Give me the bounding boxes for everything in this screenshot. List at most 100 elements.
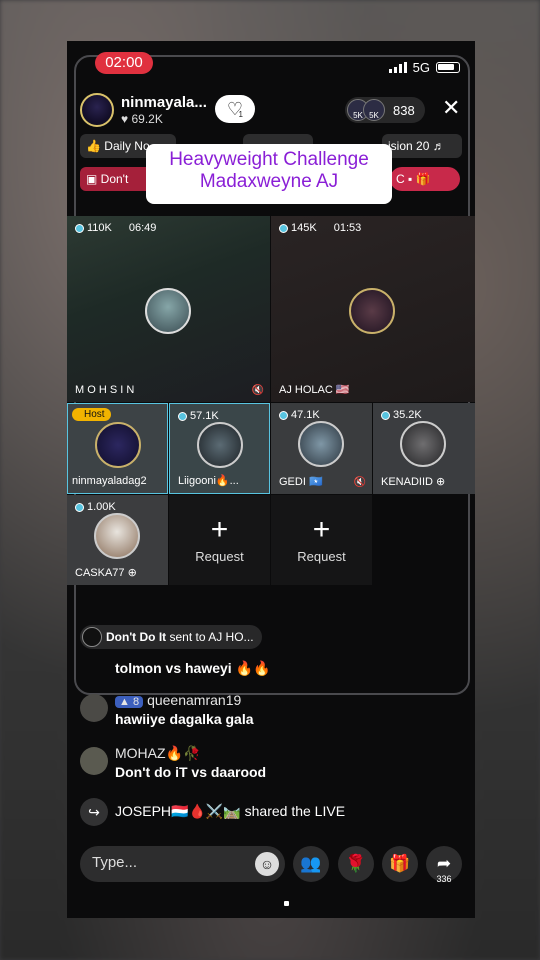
guest-name-text: CASKA77 — [75, 567, 125, 579]
bottom-bar: ☺ 👥 🌹 🎁 ➦336 — [80, 846, 464, 884]
viewer-badge: 57.1K — [178, 410, 219, 422]
mic-muted-icon: 🔇 — [251, 385, 264, 396]
session-chip[interactable]: ision 20 ♬ — [382, 134, 462, 158]
close-icon[interactable]: ✕ — [442, 95, 460, 121]
level-number: 8 — [132, 696, 140, 708]
mic-muted-icon: 🔇 — [353, 477, 366, 488]
gift-text: sent to AJ HO... — [166, 630, 254, 644]
viewer-count: 838 — [393, 102, 415, 118]
rose-icon: 🌹 — [345, 854, 367, 873]
viewer-count: 47.1K — [291, 409, 320, 421]
gift-notification: Don't Do It sent to AJ HO... — [80, 625, 262, 649]
comment-text: Don't do iT vs daarood — [115, 764, 267, 780]
guest-tile[interactable]: 145K 01:53 AJ HOLAC 🇺🇸 — [271, 216, 475, 402]
host-tile[interactable]: Host ninmayaladag2 — [67, 403, 168, 494]
viewer-list[interactable]: 5K 5K 838 — [345, 97, 425, 123]
daily-ranking-label: Daily No — [104, 139, 150, 153]
emoji-icon[interactable]: ☺ — [255, 852, 279, 876]
follow-heart-button[interactable]: ♡ 1 — [215, 95, 255, 123]
overlay-line1: Heavyweight Challenge — [169, 149, 369, 170]
guest-tile[interactable]: 35.2K KENADIID ⊕ — [373, 403, 475, 494]
plus-icon: + — [210, 513, 229, 546]
guest-name: AJ HOLAC 🇺🇸 — [279, 384, 350, 396]
host-tag: Host — [72, 408, 111, 421]
live-dot-icon — [178, 411, 187, 421]
guest-avatar — [197, 422, 243, 468]
session-label: ision 20 — [388, 139, 430, 153]
request-slot[interactable]: + Request — [271, 495, 372, 585]
commenter-username: queenamran19 — [147, 692, 242, 708]
guest-avatar — [145, 288, 191, 334]
host-name[interactable]: ninmayala... — [121, 94, 207, 111]
share-button[interactable]: ➦ 336 — [426, 846, 462, 884]
viewer-avatar: 5K — [363, 99, 385, 121]
guest-avatar — [94, 513, 140, 559]
live-dot-icon — [381, 410, 390, 420]
guest-tile[interactable]: 57.1K Liigooni🔥... — [169, 403, 270, 494]
viewer-badge: 47.1K — [279, 409, 320, 421]
comment-text: hawiiye dagalka gala — [115, 711, 254, 727]
commenter-avatar[interactable] — [80, 694, 108, 722]
battery-icon — [436, 62, 460, 73]
rose-button[interactable]: 🌹 — [338, 846, 374, 882]
commenter-name[interactable]: ▲ 8 queenamran19 — [115, 692, 241, 708]
gift-chip-label: C — [396, 172, 405, 186]
viewer-badge: 145K 01:53 — [279, 222, 361, 234]
home-indicator — [284, 901, 289, 906]
guest-avatar — [400, 421, 446, 467]
guest-tile[interactable]: 1.00K CASKA77 ⊕ — [67, 495, 168, 585]
share-count: 336 — [436, 874, 452, 884]
live-dot-icon — [75, 502, 84, 512]
add-icon[interactable]: ⊕ — [436, 476, 445, 488]
request-slot[interactable]: + Request — [169, 495, 270, 585]
status-indicators: 5G — [388, 60, 460, 75]
comment-input-box[interactable]: ☺ — [80, 846, 285, 882]
commenter-name[interactable]: MOHAZ🔥🥀 — [115, 745, 200, 762]
gift-icon: 🎁 — [389, 854, 411, 873]
live-dot-icon — [75, 223, 84, 233]
guest-name: Liigooni🔥... — [178, 475, 239, 487]
comment-input[interactable] — [92, 854, 242, 871]
guest-avatar — [298, 421, 344, 467]
host-likes: ♥ 69.2K — [121, 112, 163, 126]
gift-icon: 🎁 — [415, 172, 431, 186]
guest-tile[interactable]: 110K 06:49 M O H S I N 🔇 — [67, 216, 270, 402]
people-icon: 👥 — [300, 854, 322, 873]
guest-avatar — [95, 422, 141, 468]
guest-name: GEDI 🇸🇴 — [279, 476, 323, 488]
likes-count: 69.2K — [131, 112, 163, 126]
gift-name: Don't Do It — [106, 630, 167, 644]
network-label: 5G — [412, 60, 430, 75]
guests-button[interactable]: 👥 — [293, 846, 329, 882]
guest-name: ninmayaladag2 — [72, 475, 147, 487]
viewer-badge: 110K 06:49 — [75, 222, 156, 234]
music-icon: ♬ — [432, 139, 445, 153]
guest-name: KENADIID ⊕ — [381, 475, 445, 488]
signal-icon — [388, 62, 407, 73]
status-time: 02:00 — [95, 52, 153, 74]
heart-count: 1 — [238, 110, 243, 119]
host-header: ninmayala... ♥ 69.2K ♡ 1 5K 5K 838 ✕ — [80, 91, 460, 127]
share-text: JOSEPH🇱🇺🩸⚔️🛤️ shared the LIVE — [115, 803, 346, 819]
live-dot-icon — [279, 223, 288, 233]
guest-tile[interactable]: 47.1K GEDI 🇸🇴 🔇 — [271, 403, 372, 494]
timer: 01:53 — [333, 222, 362, 234]
live-dot-icon — [279, 410, 288, 420]
dont-label: Don't — [100, 172, 129, 186]
viewer-count: 145K — [291, 222, 317, 234]
add-icon[interactable]: ⊕ — [128, 567, 137, 579]
guest-avatar — [349, 288, 395, 334]
guest-name: CASKA77 ⊕ — [75, 566, 137, 579]
level-badge: ▲ 8 — [115, 696, 144, 708]
request-label: Request — [297, 549, 346, 564]
gift-button[interactable]: 🎁 — [382, 846, 418, 882]
host-avatar[interactable] — [80, 93, 114, 127]
timer: 06:49 — [128, 222, 157, 234]
gift-chip[interactable]: C ▪ 🎁 — [390, 167, 460, 191]
share-arrow-icon: ↪ — [80, 798, 108, 826]
comment-text: tolmon vs haweyi 🔥🔥 — [115, 660, 271, 676]
viewer-badge: 1.00K — [75, 501, 116, 513]
viewer-count: 1.00K — [87, 501, 116, 513]
overlay-line2: Madaxweyne AJ — [199, 171, 339, 192]
commenter-avatar[interactable] — [80, 747, 108, 775]
